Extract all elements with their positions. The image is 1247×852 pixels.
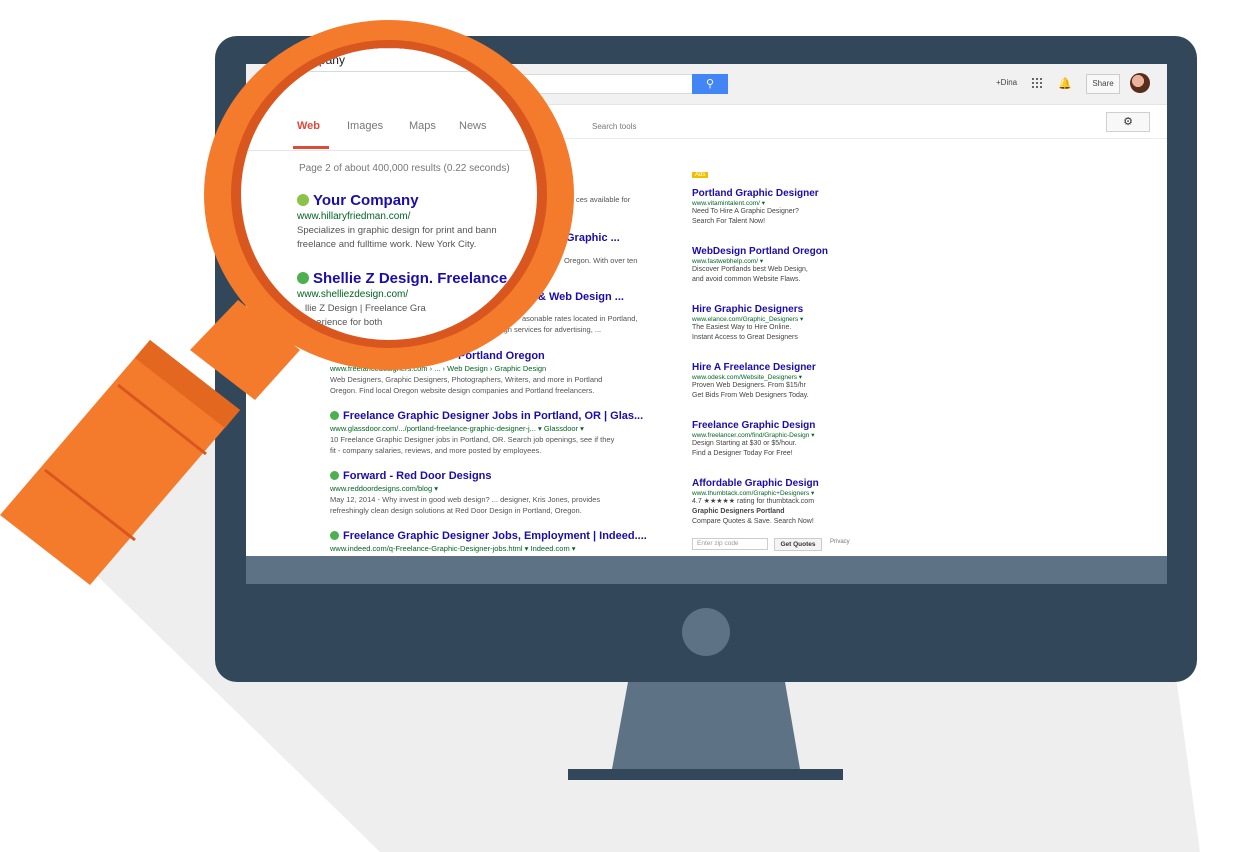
result-1-snippet-2: freelance and fulltime work. New York Ci… xyxy=(297,239,477,250)
result-1-url: www.hillaryfriedman.com/ xyxy=(297,211,411,222)
magnified-content: Your Company Web Images Maps News Page 2… xyxy=(241,48,537,340)
magnified-tab-web[interactable]: Web xyxy=(297,120,320,132)
result-2-title[interactable]: Shellie Z Design. Freelance xyxy=(297,270,507,287)
result-2-url: www.shelliezdesign.com/ xyxy=(297,289,409,300)
magnified-tab-news[interactable]: News xyxy=(459,120,487,132)
magnified-tab-maps[interactable]: Maps xyxy=(409,120,436,132)
verified-check-icon xyxy=(297,194,309,206)
result-2-snippet-2: perience for both xyxy=(311,317,383,328)
result-2-snippet-1: llie Z Design | Freelance Gra xyxy=(305,303,426,314)
magnifier-glass: Your Company Web Images Maps News Page 2… xyxy=(241,48,537,340)
result-count: Page 2 of about 400,000 results (0.22 se… xyxy=(299,163,510,174)
result-1-snippet-1: Specializes in graphic design for print … xyxy=(297,225,497,236)
magnified-tabs-divider xyxy=(241,150,537,151)
magnified-tab-images[interactable]: Images xyxy=(347,120,383,132)
magnifier-handle xyxy=(0,300,300,585)
magnified-search-input[interactable]: Your Company xyxy=(261,48,527,72)
verified-check-icon xyxy=(297,272,309,284)
magnified-tab-underline xyxy=(293,146,329,149)
result-1-title[interactable]: Your Company xyxy=(297,192,419,209)
